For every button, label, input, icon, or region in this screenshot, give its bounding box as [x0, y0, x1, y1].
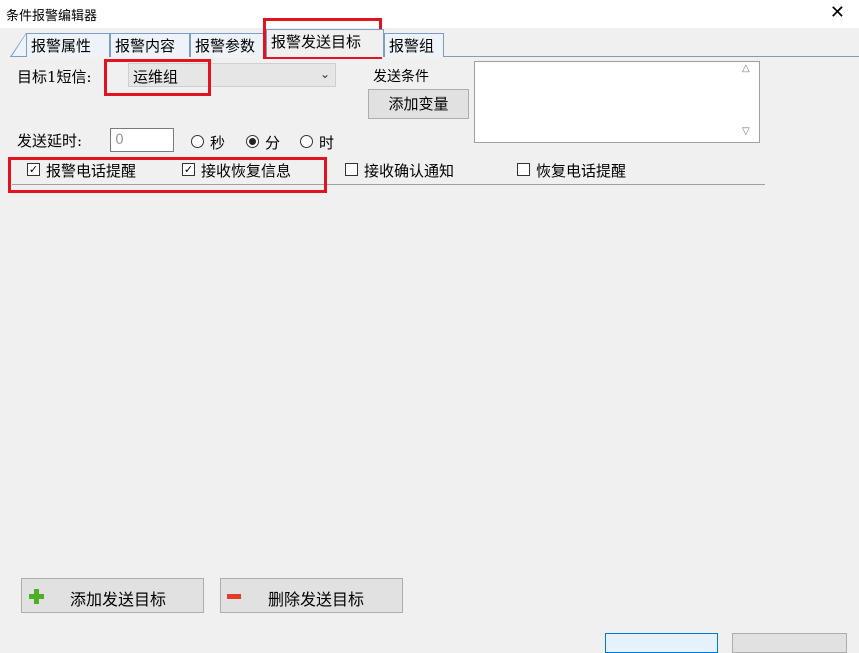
radio-seconds-label: 秒	[210, 134, 226, 152]
tab-alarm-parameters[interactable]: 报警参数	[190, 33, 266, 57]
close-icon[interactable]: ✕	[830, 2, 845, 23]
radio-minutes-label: 分	[265, 134, 281, 152]
target-label: 目标1短信:	[17, 68, 92, 86]
plus-icon	[29, 589, 44, 604]
delay-input[interactable]: 0	[110, 128, 174, 152]
scroll-up-icon[interactable]: △	[742, 63, 750, 74]
tab-alarm-properties[interactable]: 报警属性	[26, 33, 110, 57]
radio-minutes[interactable]	[246, 135, 259, 148]
radio-seconds[interactable]	[191, 135, 204, 148]
highlight-box-options	[8, 157, 327, 193]
title-bar	[0, 0, 859, 28]
tab-alarm-group[interactable]: 报警组	[384, 33, 444, 57]
tab-alarm-content[interactable]: 报警内容	[110, 33, 190, 57]
checkbox-recovery-phone[interactable]	[517, 163, 530, 176]
radio-hours-label: 时	[319, 134, 335, 152]
tab-alarm-send-target[interactable]: 报警发送目标	[266, 29, 384, 57]
radio-hours[interactable]	[300, 135, 313, 148]
window-title: 条件报警编辑器	[6, 9, 98, 24]
remove-target-button[interactable]: 删除发送目标	[220, 578, 403, 613]
scroll-down-icon[interactable]: ▽	[742, 126, 750, 137]
add-target-button[interactable]: 添加发送目标	[21, 578, 204, 613]
minus-icon	[227, 594, 241, 599]
send-condition-textarea[interactable]	[474, 61, 760, 143]
highlight-box-target	[104, 59, 211, 96]
remove-target-label: 删除发送目标	[268, 590, 365, 609]
send-condition-label: 发送条件	[373, 69, 429, 85]
checkbox-recovery-phone-label: 恢复电话提醒	[536, 162, 627, 180]
add-variable-button[interactable]: 添加变量	[368, 89, 469, 119]
delay-label: 发送延时:	[17, 132, 83, 150]
chevron-down-icon[interactable]: ⌄	[320, 67, 330, 81]
cancel-button[interactable]	[732, 633, 847, 653]
checkbox-confirm-notice-label: 接收确认通知	[364, 162, 455, 180]
checkbox-confirm-notice[interactable]	[345, 163, 358, 176]
add-target-label: 添加发送目标	[70, 590, 167, 609]
ok-button[interactable]	[605, 633, 718, 653]
tab-strip-edge-fill	[12, 34, 26, 56]
